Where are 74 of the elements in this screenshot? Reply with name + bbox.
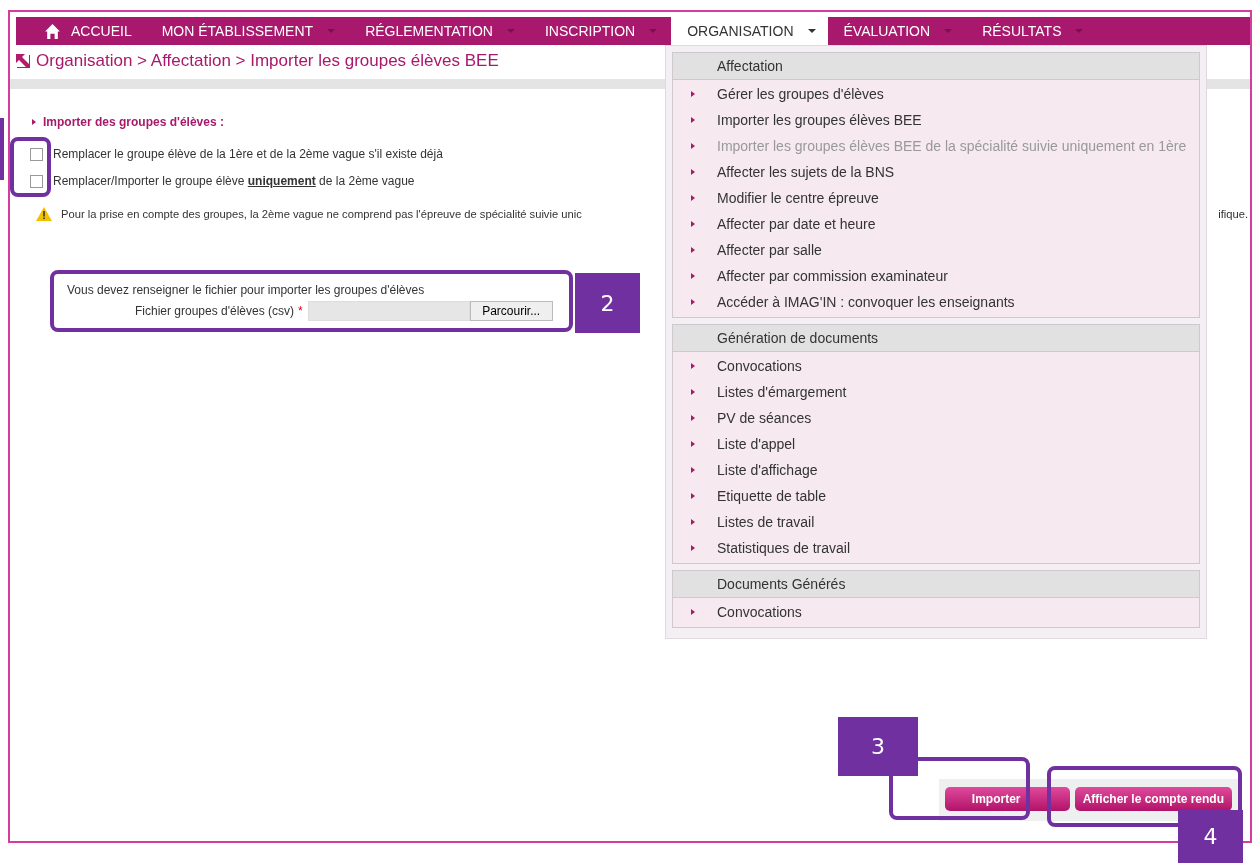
callout-outline <box>10 137 51 197</box>
warning-icon <box>36 207 52 221</box>
action-button[interactable]: Afficher le compte rendu <box>1074 787 1232 811</box>
arrow-icon <box>16 54 30 68</box>
menu-item[interactable]: Statistiques de travail <box>717 540 851 556</box>
nav-tab[interactable]: RÉGLEMENTATION <box>365 17 529 45</box>
menu-item[interactable]: PV de séances <box>717 410 812 426</box>
menu-item[interactable]: Etiquette de table <box>717 488 826 504</box>
nav-tab[interactable]: ACCUEIL <box>44 17 146 45</box>
required-mark: * <box>298 304 303 318</box>
warning-text: Pour la prise en compte des groupes, la 2ème vague ne comprend pas l'épreuve de spécialité suivie unic <box>61 208 582 220</box>
field-label: Fichier groupes d'élèves (csv) <box>135 304 295 318</box>
browse-button[interactable]: Parcourir... <box>469 301 553 321</box>
bullet-icon <box>691 545 695 551</box>
file-field[interactable] <box>307 301 470 321</box>
caret-icon <box>944 29 953 33</box>
bullet-icon <box>32 119 36 125</box>
menu-item[interactable]: Affecter par date et heure <box>717 216 876 232</box>
menu-header: Affectation <box>673 53 1199 80</box>
bullet-icon <box>691 363 695 369</box>
callout-badge: 4 <box>1178 810 1243 863</box>
menu-header: Génération de documents <box>673 325 1199 352</box>
nav-tab[interactable]: ORGANISATION <box>671 17 828 45</box>
bullet-icon <box>691 441 695 447</box>
caret-icon <box>649 29 658 33</box>
instruction-text: Vous devez renseigner le fichier pour importer les groupes d'élèves <box>67 283 426 297</box>
menu-item[interactable]: Modifier le centre épreuve <box>717 190 879 206</box>
bullet-icon <box>691 415 695 421</box>
bullet-icon <box>691 143 695 149</box>
bullet-icon <box>691 195 695 201</box>
menu-item[interactable]: Convocations <box>717 358 802 374</box>
warning-text: ifique. <box>1218 208 1248 220</box>
menu-item[interactable]: Affecter par commission examinateur <box>717 268 948 284</box>
option-label: Remplacer le groupe élève de la 1ère et de la 2ème vague s'il existe déjà <box>53 147 443 161</box>
menu-item[interactable]: Liste d'appel <box>717 436 796 452</box>
bullet-icon <box>691 247 695 253</box>
caret-icon <box>807 29 816 33</box>
menu-item[interactable]: Listes de travail <box>717 514 815 530</box>
menu-item[interactable]: Gérer les groupes d'élèves <box>717 86 884 102</box>
caret-icon <box>327 29 336 33</box>
bullet-icon <box>691 389 695 395</box>
checkbox[interactable] <box>30 147 43 161</box>
bullet-icon <box>691 609 695 615</box>
breadcrumb: Organisation > Affectation > Importer les groupes élèves BEE <box>36 51 499 71</box>
menu-item[interactable]: Listes d'émargement <box>717 384 847 400</box>
bullet-icon <box>691 117 695 123</box>
menu-item[interactable]: Importer les groupes élèves BEE <box>717 112 922 128</box>
callout-badge: 2 <box>575 273 640 333</box>
section-title: Importer des groupes d'élèves : <box>43 115 224 129</box>
nav-tab[interactable]: RÉSULTATS <box>982 17 1098 45</box>
callout-badge: 3 <box>838 717 918 776</box>
menu-item[interactable]: Affecter par salle <box>717 242 822 258</box>
nav-tab[interactable]: ÉVALUATION <box>843 17 967 45</box>
caret-icon <box>1075 29 1084 33</box>
menu-header: Documents Générés <box>673 571 1199 598</box>
nav-tab[interactable]: MON ÉTABLISSEMENT <box>161 17 350 45</box>
nav-tab[interactable]: INSCRIPTION <box>544 17 672 45</box>
bullet-icon <box>691 221 695 227</box>
home-icon <box>44 22 61 40</box>
menu-item[interactable]: Affecter les sujets de la BNS <box>717 164 895 180</box>
bullet-icon <box>691 299 695 305</box>
bullet-icon <box>691 273 695 279</box>
bullet-icon <box>691 91 695 97</box>
bullet-icon <box>691 467 695 473</box>
bullet-icon <box>691 493 695 499</box>
option-label: Remplacer/Importer le groupe élève uniquement de la 2ème vague <box>53 174 415 188</box>
menu-item[interactable]: Accéder à IMAG'IN : convoquer les enseignants <box>717 294 1015 310</box>
bullet-icon <box>691 169 695 175</box>
bullet-icon <box>691 519 695 525</box>
checkbox[interactable] <box>30 174 43 188</box>
caret-icon <box>506 29 515 33</box>
menu-item[interactable]: Liste d'affichage <box>717 462 818 478</box>
action-button[interactable]: Importer <box>944 787 1070 811</box>
menu-item[interactable]: Convocations <box>717 604 802 620</box>
